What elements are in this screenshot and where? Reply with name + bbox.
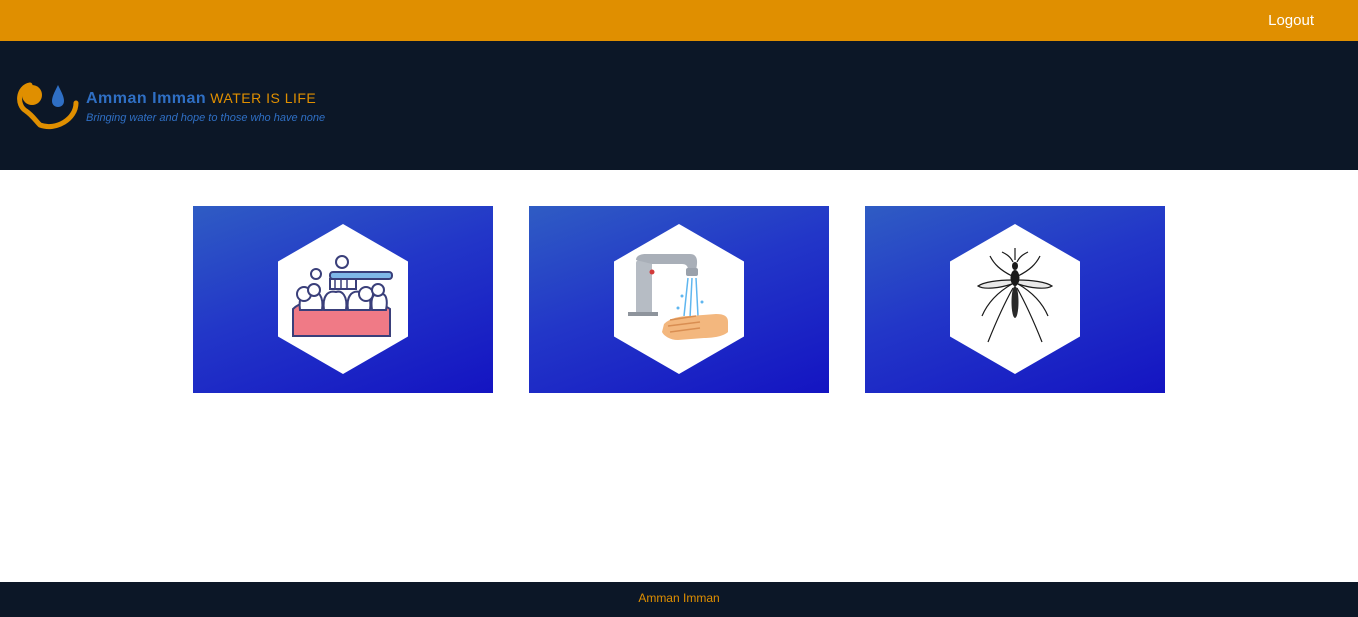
card-mosquito-prevention[interactable] <box>865 206 1165 393</box>
brand-slogan: Bringing water and hope to those who hav… <box>86 112 326 124</box>
brand-line: Amman Imman WATER IS LIFE <box>86 90 316 108</box>
brand-name: Amman Imman <box>86 90 207 107</box>
site-header: Amman Imman WATER IS LIFE Bringing water … <box>0 41 1358 170</box>
site-footer: Amman Imman <box>0 582 1358 617</box>
top-bar: Logout <box>0 0 1358 41</box>
tooth-brushing-icon <box>278 224 408 374</box>
hand-washing-faucet-icon <box>614 224 744 374</box>
card-hand-washing[interactable] <box>529 206 829 393</box>
card-dental-hygiene[interactable] <box>193 206 493 393</box>
site-logo[interactable]: Amman Imman WATER IS LIFE Bringing water … <box>16 81 356 131</box>
mosquito-icon <box>950 224 1080 374</box>
brand-tagline: WATER IS LIFE <box>210 90 317 106</box>
logout-link[interactable]: Logout <box>1268 12 1314 29</box>
logo-drop-icon <box>17 82 79 129</box>
footer-text: Amman Imman <box>638 591 720 605</box>
